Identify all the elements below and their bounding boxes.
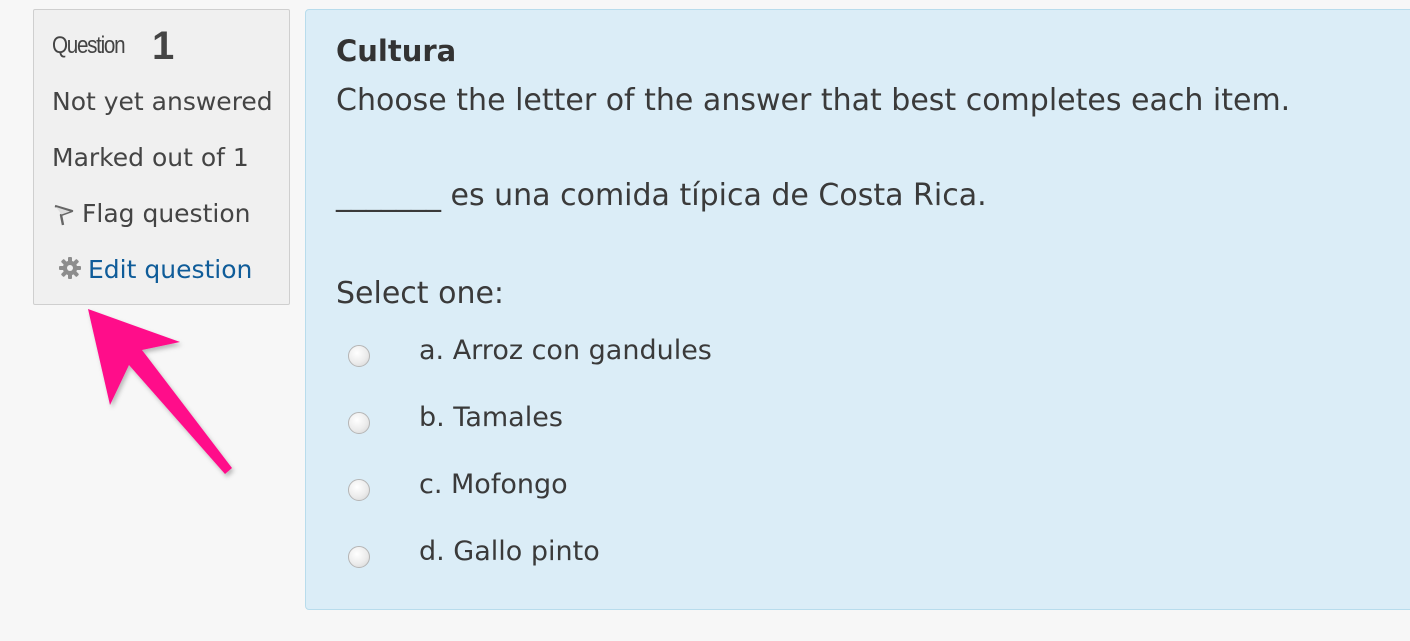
radio-button[interactable] bbox=[348, 412, 370, 434]
question-title: Cultura bbox=[336, 34, 457, 68]
answer-label: d. Gallo pinto bbox=[419, 536, 600, 567]
pointer-arrow-annotation bbox=[88, 309, 232, 474]
answer-label: a. Arroz con gandules bbox=[419, 335, 712, 366]
answer-label: b. Tamales bbox=[419, 402, 563, 433]
select-one-label: Select one: bbox=[336, 276, 505, 311]
answer-label: c. Mofongo bbox=[419, 469, 568, 500]
question-stem: _______ es una comida típica de Costa Ri… bbox=[336, 178, 987, 213]
question-prompt: Choose the letter of the answer that bes… bbox=[336, 83, 1291, 118]
question-content-panel: Cultura Choose the letter of the answer … bbox=[305, 9, 1410, 610]
radio-button[interactable] bbox=[348, 546, 370, 568]
radio-button[interactable] bbox=[348, 479, 370, 501]
radio-button[interactable] bbox=[348, 345, 370, 367]
